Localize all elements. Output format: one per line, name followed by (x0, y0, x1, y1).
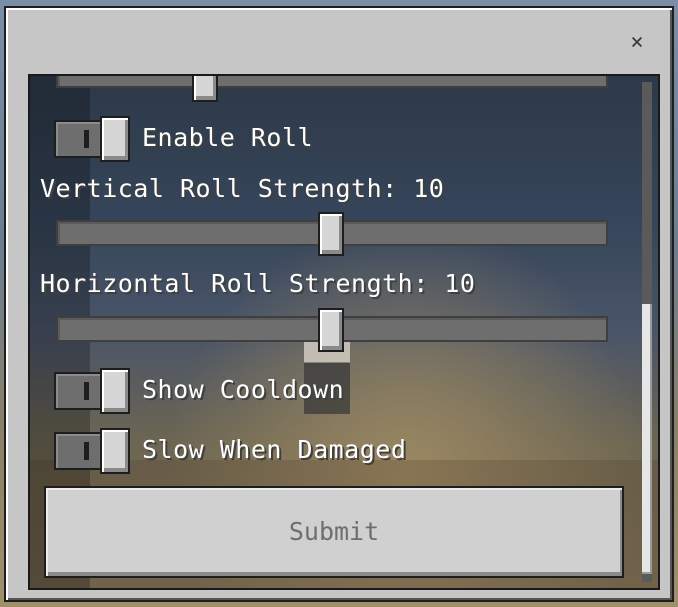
enable-roll-label: Enable Roll (142, 123, 314, 152)
close-icon[interactable]: × (626, 32, 648, 54)
scrollbar[interactable] (642, 82, 652, 582)
show-cooldown-label: Show Cooldown (142, 375, 345, 404)
submit-button[interactable]: Submit (44, 486, 624, 578)
toggle-indicator (84, 442, 89, 460)
horizontal-roll-slider-knob[interactable] (318, 308, 344, 352)
form-content: Enable Roll Vertical Roll Strength: 10 H… (30, 76, 642, 588)
scrollbar-thumb[interactable] (642, 304, 652, 574)
toggle-knob (100, 428, 130, 474)
slow-when-damaged-label: Slow When Damaged (142, 435, 407, 464)
previous-slider-knob[interactable] (192, 76, 218, 102)
vertical-roll-slider-knob[interactable] (318, 212, 344, 256)
slow-when-damaged-toggle[interactable] (54, 428, 130, 474)
toggle-knob (100, 116, 130, 162)
show-cooldown-toggle[interactable] (54, 368, 130, 414)
toggle-indicator (84, 382, 89, 400)
scroll-panel[interactable]: Enable Roll Vertical Roll Strength: 10 H… (28, 74, 660, 590)
settings-dialog: × Enable Roll Vertical Roll Strength: 10… (4, 6, 674, 602)
toggle-indicator (84, 130, 89, 148)
vertical-roll-strength-label: Vertical Roll Strength: 10 (40, 174, 445, 203)
enable-roll-toggle[interactable] (54, 116, 130, 162)
horizontal-roll-strength-label: Horizontal Roll Strength: 10 (40, 269, 476, 298)
toggle-knob (100, 368, 130, 414)
previous-slider-track[interactable] (56, 76, 608, 88)
